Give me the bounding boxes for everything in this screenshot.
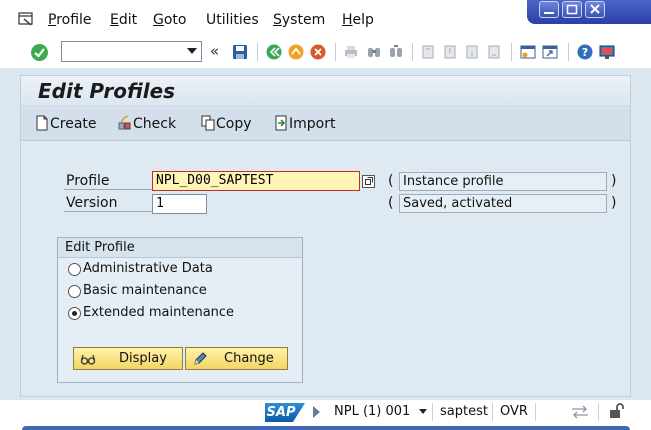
group-title: Edit Profile: [65, 240, 135, 255]
enter-icon[interactable]: [31, 44, 48, 61]
cancel-icon[interactable]: [310, 44, 326, 60]
title-bar: Edit Profiles: [21, 76, 630, 107]
next-page-icon[interactable]: [464, 44, 480, 60]
shortcut-icon[interactable]: [542, 44, 558, 60]
toolbar-divider: [412, 43, 413, 61]
create-label: Create: [50, 116, 97, 132]
menu-system[interactable]: System: [273, 12, 325, 28]
status-divider: [492, 403, 493, 421]
menu-edit[interactable]: Edit: [110, 12, 137, 28]
maximize-icon[interactable]: [562, 1, 582, 18]
copy-label: Copy: [216, 116, 252, 132]
status-divider: [598, 403, 599, 421]
menu-help[interactable]: Help: [342, 12, 374, 28]
page-title: Edit Profiles: [38, 79, 176, 103]
menu-goto[interactable]: Goto: [153, 12, 186, 28]
previous-page-icon[interactable]: [442, 44, 458, 60]
display-label: Display: [119, 351, 167, 366]
import-label: Import: [289, 116, 336, 132]
close-paren: ): [611, 195, 617, 211]
check-label: Check: [133, 116, 177, 132]
radio-label: Basic maintenance: [83, 283, 207, 298]
collapse-icon[interactable]: «: [210, 42, 219, 60]
radio-label: Administrative Data: [83, 261, 213, 276]
check-button[interactable]: Check: [118, 114, 182, 134]
check-icon: [118, 115, 131, 130]
profile-label: Profile: [66, 173, 110, 189]
display-button[interactable]: Display: [73, 347, 183, 370]
toolbar-divider: [511, 43, 512, 61]
save-icon[interactable]: [232, 44, 248, 60]
radio-label: Extended maintenance: [83, 305, 235, 320]
edit-profile-group: Edit Profile Administrative Data Basic m…: [57, 237, 303, 383]
status-divider: [432, 403, 433, 421]
status-expand-icon[interactable]: [313, 406, 320, 418]
main-area: Edit Profiles Create Check Copy Import P…: [20, 75, 631, 397]
change-label: Change: [224, 351, 274, 366]
radio-button[interactable]: [68, 263, 81, 276]
label-underline: [64, 189, 152, 190]
copy-button[interactable]: Copy: [201, 114, 257, 134]
version-status: Saved, activated: [399, 194, 607, 213]
toolbar-divider: [257, 43, 258, 61]
menu-window-icon[interactable]: [18, 12, 34, 26]
import-button[interactable]: Import: [274, 114, 336, 134]
version-input[interactable]: 1: [152, 194, 207, 214]
profile-input[interactable]: NPL_D00_SAPTEST: [152, 171, 360, 191]
create-icon: [36, 115, 48, 131]
copy-icon: [201, 115, 215, 131]
import-icon: [275, 115, 287, 131]
radio-button[interactable]: [68, 285, 81, 298]
pencil-icon: [194, 352, 207, 365]
host-name: saptest: [440, 404, 488, 419]
system-info: NPL (1) 001: [334, 404, 411, 419]
label-underline: [64, 211, 152, 212]
toolbar-divider: [335, 43, 336, 61]
chevron-down-icon[interactable]: [187, 48, 197, 54]
exit-icon[interactable]: [288, 44, 304, 60]
insert-mode[interactable]: OVR: [500, 404, 528, 419]
group-header: Edit Profile: [58, 238, 302, 258]
find-next-icon[interactable]: [388, 44, 404, 60]
command-field[interactable]: [61, 41, 202, 62]
create-button[interactable]: Create: [35, 114, 97, 134]
menu-profile[interactable]: Profile: [48, 12, 92, 28]
find-icon[interactable]: [366, 44, 382, 60]
window-controls: [527, 0, 651, 24]
first-page-icon[interactable]: [420, 44, 436, 60]
minimize-icon[interactable]: [539, 1, 559, 18]
sap-logo: SAP: [265, 403, 305, 422]
lock-icon[interactable]: [608, 402, 624, 420]
radio-button-selected[interactable]: [68, 307, 81, 320]
customize-layout-icon[interactable]: [599, 44, 615, 60]
chevron-down-icon[interactable]: [419, 409, 427, 414]
toolbar-divider: [568, 43, 569, 61]
new-session-icon[interactable]: [520, 44, 536, 60]
connection-icon: [572, 405, 588, 419]
change-button[interactable]: Change: [185, 347, 288, 370]
print-icon[interactable]: [343, 44, 359, 60]
open-paren: (: [388, 173, 394, 189]
glasses-icon: [80, 354, 96, 365]
application-toolbar: Create Check Copy Import: [21, 108, 630, 141]
close-paren: ): [611, 173, 617, 189]
help-icon[interactable]: ?: [577, 44, 593, 60]
standard-toolbar: « ?: [0, 38, 651, 68]
status-divider: [535, 403, 536, 421]
svg-text:?: ?: [582, 46, 588, 59]
menu-bar: Profile Edit Goto Utilities System Help: [0, 0, 651, 38]
version-label: Version: [66, 195, 118, 211]
last-page-icon[interactable]: [486, 44, 502, 60]
profile-description: Instance profile: [399, 172, 607, 191]
bottom-edge: [22, 426, 630, 430]
open-paren: (: [388, 195, 394, 211]
search-help-icon[interactable]: [362, 175, 375, 188]
back-icon[interactable]: [266, 44, 282, 60]
close-icon[interactable]: [585, 1, 605, 18]
menu-utilities[interactable]: Utilities: [206, 12, 259, 28]
